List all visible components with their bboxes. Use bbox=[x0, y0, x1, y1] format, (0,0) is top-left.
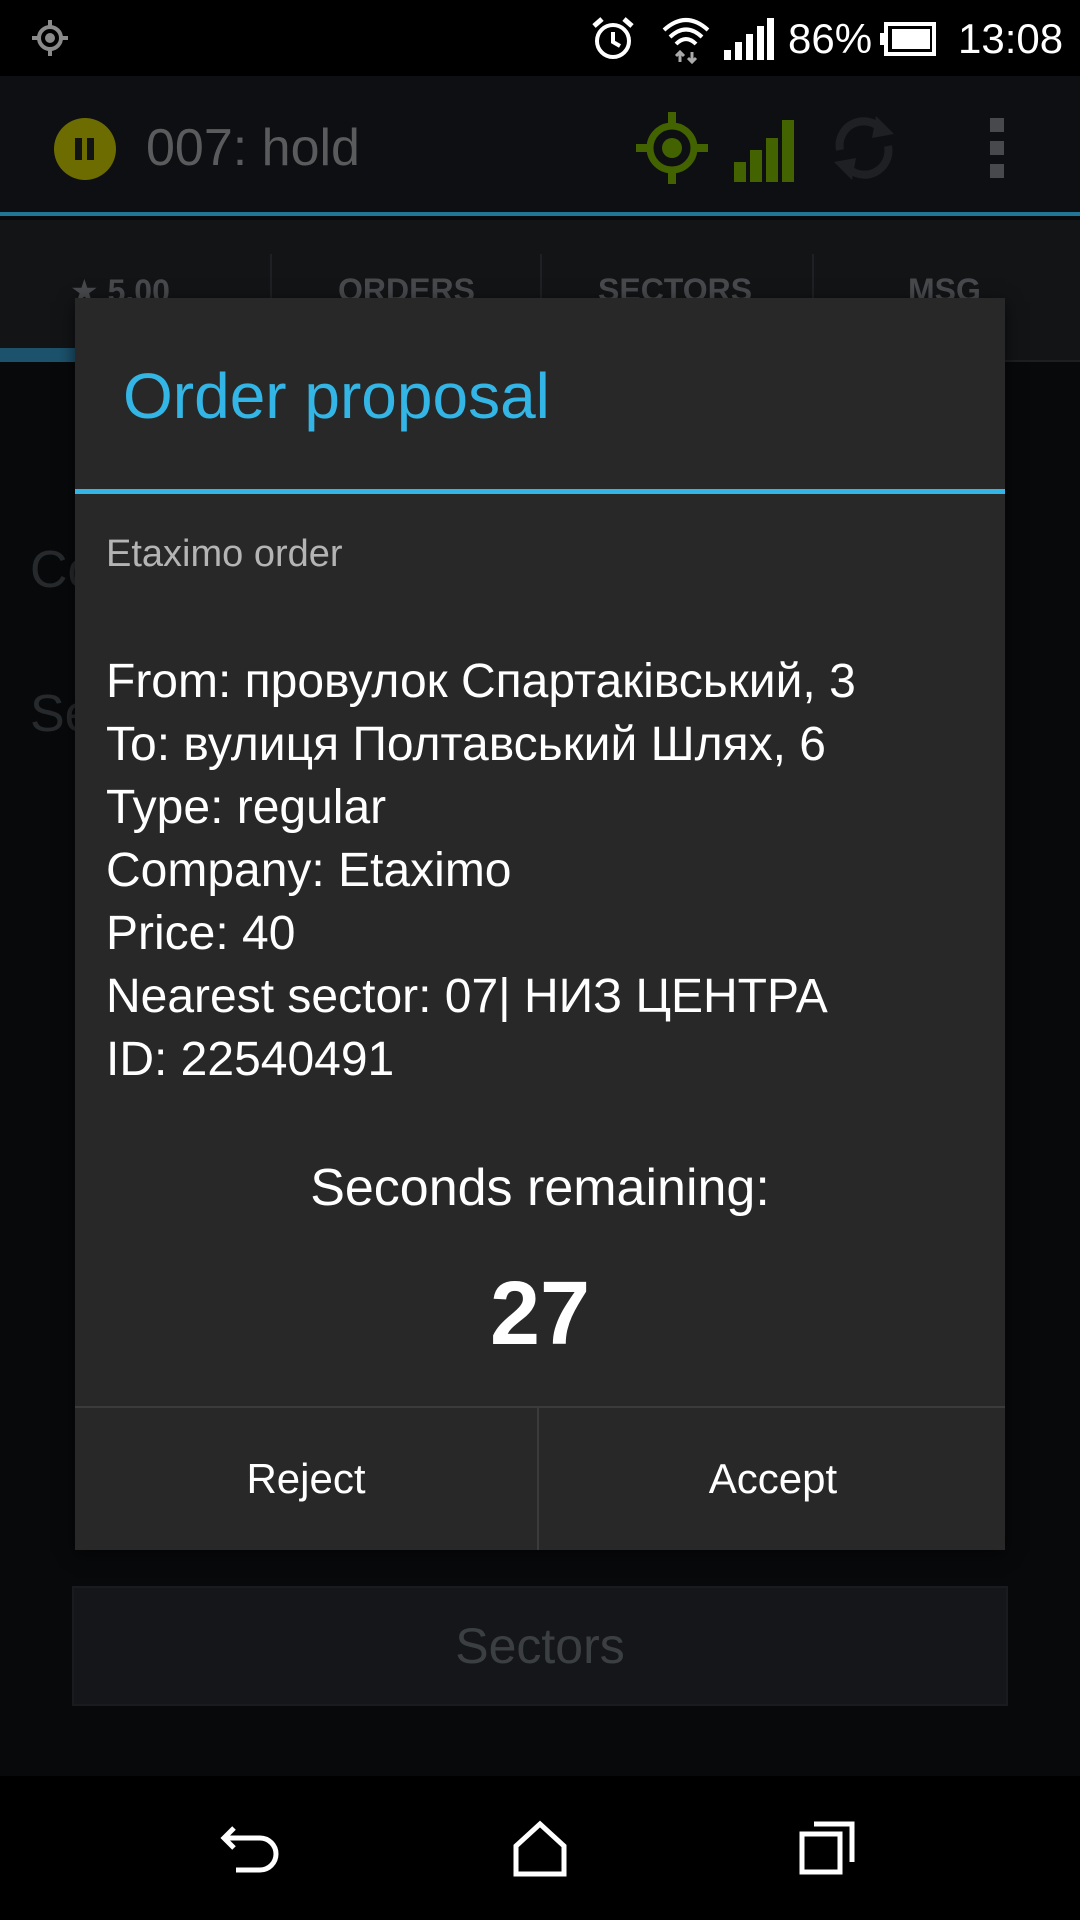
home-icon[interactable] bbox=[508, 1816, 572, 1880]
order-proposal-dialog: Order proposal Etaximo order From: прову… bbox=[75, 298, 1005, 1550]
order-company: Company: Etaximo bbox=[106, 844, 512, 897]
reject-button[interactable]: Reject bbox=[75, 1408, 539, 1550]
order-id: ID: 22540491 bbox=[106, 1033, 395, 1086]
accept-button[interactable]: Accept bbox=[541, 1408, 1005, 1550]
order-type: Type: regular bbox=[106, 781, 387, 834]
battery-icon bbox=[880, 22, 936, 56]
order-price: Price: 40 bbox=[106, 907, 296, 960]
recent-apps-icon[interactable] bbox=[796, 1816, 860, 1880]
dialog-button-bar: Reject Accept bbox=[75, 1406, 1005, 1550]
dialog-subtitle: Etaximo order bbox=[106, 533, 343, 575]
battery-percent: 86% bbox=[788, 15, 873, 62]
dialog-title-bar: Order proposal bbox=[75, 298, 1005, 494]
order-to: To: вулиця Полтавський Шлях, 6 bbox=[106, 718, 826, 771]
location-icon bbox=[32, 20, 68, 56]
dialog-title: Order proposal bbox=[123, 360, 550, 432]
signal-icon bbox=[724, 18, 774, 60]
navigation-bar bbox=[0, 1776, 1080, 1920]
status-bar: 86% 13:08 bbox=[0, 0, 1080, 76]
back-icon[interactable] bbox=[220, 1816, 284, 1880]
alarm-icon bbox=[592, 17, 634, 59]
wifi-icon bbox=[662, 18, 710, 64]
order-from: From: провулок Спартаківський, 3 bbox=[106, 655, 856, 708]
countdown-label: Seconds remaining: bbox=[310, 1159, 770, 1217]
order-details: From: провулок Спартаківський, 3 To: вул… bbox=[106, 650, 986, 1091]
countdown-value: 27 bbox=[489, 1264, 591, 1364]
order-nearest-sector: Nearest sector: 07| НИЗ ЦЕНТРА bbox=[106, 970, 828, 1023]
clock: 13:08 bbox=[958, 15, 1064, 62]
screen: 86% 13:08 007: hold ★ 5.00 ORDERS SECTOR… bbox=[0, 0, 1080, 1920]
